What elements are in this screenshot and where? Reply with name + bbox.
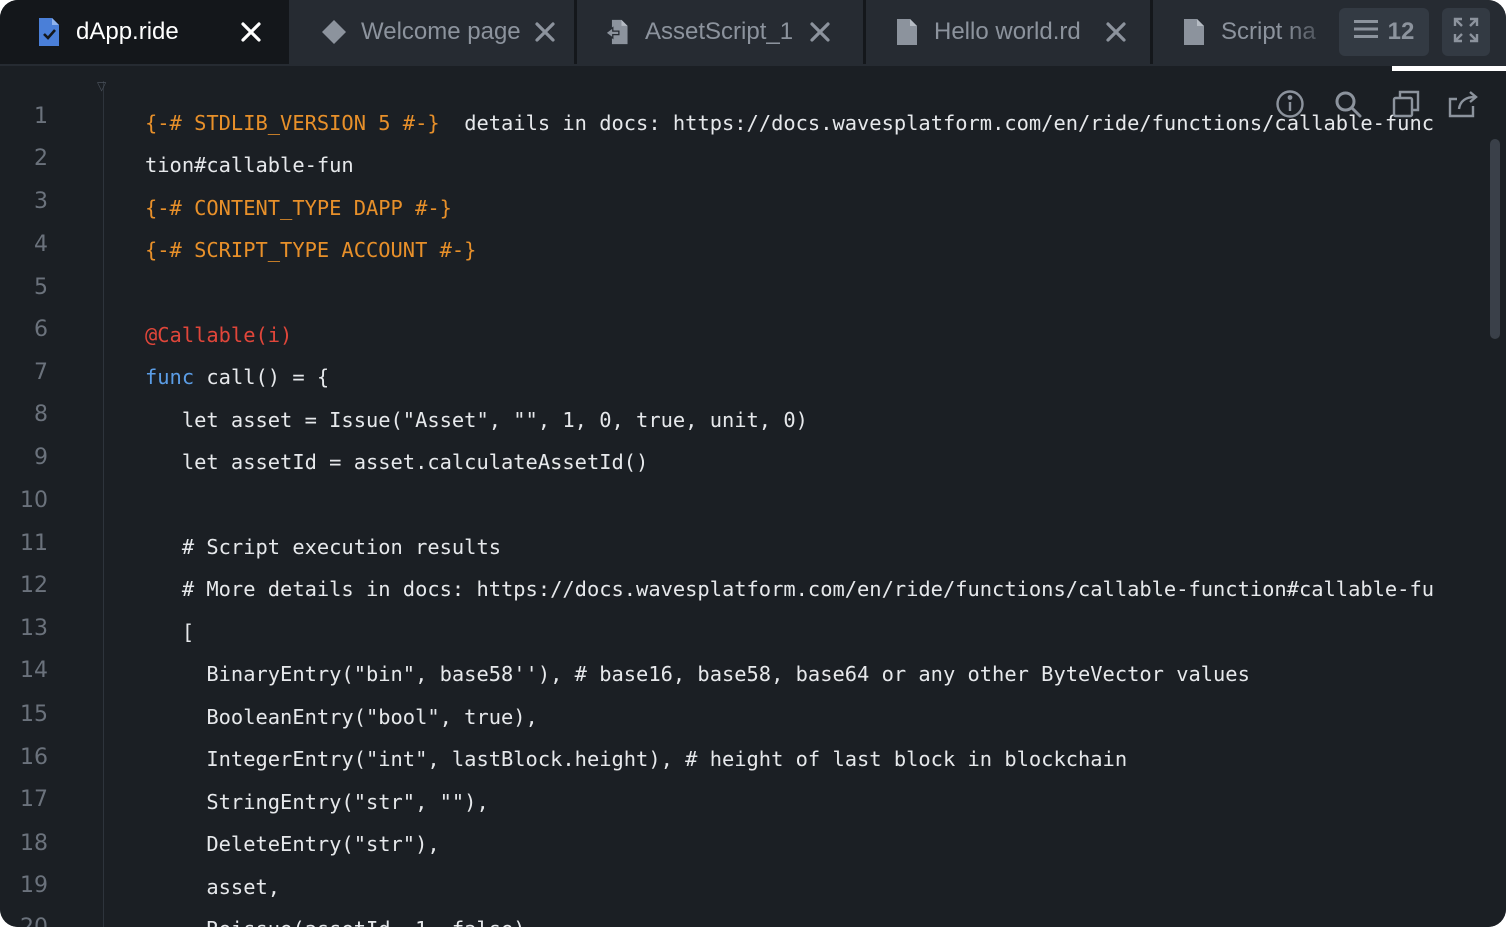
close-tab-icon[interactable]: [807, 19, 833, 45]
share-icon[interactable]: [1447, 87, 1481, 121]
directive-token: {-# CONTENT_TYPE DAPP #-}: [145, 196, 452, 220]
code-line-4[interactable]: {-# SCRIPT_TYPE ACCOUNT #-}: [145, 235, 476, 265]
code-text: DeleteEntry("str"),: [145, 832, 440, 856]
close-tab-icon[interactable]: [1103, 19, 1129, 45]
code-text: let assetId = asset.calculateAssetId(): [145, 450, 649, 474]
code-text: Reissue(assetId, 1, false),: [145, 917, 537, 927]
search-icon[interactable]: [1331, 87, 1365, 121]
line-number: 7: [34, 360, 48, 385]
line-number: 4: [34, 232, 48, 257]
code-line-16[interactable]: IntegerEntry("int", lastBlock.height), #…: [145, 744, 1127, 774]
tab-label: Hello world.rd: [934, 18, 1081, 45]
line-number: 18: [20, 831, 48, 856]
line-number: 6: [34, 317, 48, 342]
code-text: IntegerEntry("int", lastBlock.height), #…: [145, 747, 1128, 771]
line-number: 10: [20, 488, 48, 513]
code-text: [: [145, 620, 195, 644]
code-text: # Script execution results: [145, 535, 502, 559]
code-line-14[interactable]: BinaryEntry("bin", base58''), # base16, …: [145, 659, 1250, 689]
code-line-3[interactable]: {-# CONTENT_TYPE DAPP #-}: [145, 193, 452, 223]
close-tab-icon[interactable]: [532, 19, 558, 45]
code-text: BinaryEntry("bin", base58''), # base16, …: [145, 662, 1250, 686]
code-line-17[interactable]: StringEntry("str", ""),: [145, 787, 489, 817]
code-line-18[interactable]: DeleteEntry("str"),: [145, 829, 440, 859]
tab-label: AssetScript_1: [645, 18, 794, 45]
code-text: StringEntry("str", ""),: [145, 790, 489, 814]
line-number: 16: [20, 745, 48, 770]
keyword-token: func: [145, 365, 195, 389]
code-line-6[interactable]: @Callable(i): [145, 320, 292, 350]
tab-count: 12: [1387, 18, 1415, 45]
code-line-19[interactable]: asset,: [145, 872, 280, 902]
copy-icon[interactable]: [1389, 87, 1423, 121]
code-line-2[interactable]: tion#callable-fun: [145, 150, 354, 180]
line-number: 5: [34, 275, 48, 300]
tab-script[interactable]: Script na: [1153, 0, 1353, 64]
tab-label: Welcome page: [361, 18, 521, 45]
code-text: BooleanEntry("bool", true),: [145, 705, 538, 729]
code-line-8[interactable]: let asset = Issue("Asset", "", 1, 0, tru…: [145, 405, 808, 435]
ide-window: dApp.ride Welcome page AssetScript_1 Hel…: [0, 0, 1506, 927]
code-line-9[interactable]: let assetId = asset.calculateAssetId(): [145, 447, 649, 477]
tab-bar: dApp.ride Welcome page AssetScript_1 Hel…: [0, 0, 1506, 66]
code-line-15[interactable]: BooleanEntry("bool", true),: [145, 702, 538, 732]
tab-list-button[interactable]: 12: [1339, 8, 1429, 56]
directive-token: {-# STDLIB_VERSION 5 #-}: [145, 111, 440, 135]
line-number: 12: [20, 573, 48, 598]
editor-toolbar: [1273, 87, 1481, 121]
line-number: 15: [20, 702, 48, 727]
code-line-20[interactable]: Reissue(assetId, 1, false),: [145, 914, 537, 927]
line-number: 13: [20, 616, 48, 641]
asset-script-icon: [605, 17, 631, 47]
list-icon: [1353, 18, 1378, 46]
diamond-icon: [321, 17, 347, 47]
fold-icon[interactable]: ▽: [97, 79, 106, 93]
tab-hello-world[interactable]: Hello world.rd: [866, 0, 1153, 64]
annotation-token: @Callable(i): [145, 323, 293, 347]
code-line-7[interactable]: func call() = {: [145, 362, 329, 392]
line-number: 11: [20, 531, 48, 556]
line-number: 20: [0, 913, 48, 927]
code-text: # More details in docs: https://docs.wav…: [145, 577, 1435, 601]
code-text: call() = {: [194, 365, 330, 389]
line-number: 17: [20, 787, 48, 812]
line-number: 8: [34, 402, 48, 427]
document-icon: [1181, 17, 1207, 47]
directive-token: {-# SCRIPT_TYPE ACCOUNT #-}: [145, 238, 477, 262]
close-tab-icon[interactable]: [238, 19, 264, 45]
line-number: 1: [34, 104, 48, 129]
tab-dapp-ride[interactable]: dApp.ride: [0, 0, 289, 64]
code-editor[interactable]: 1 2 3 4 5 6 7 8 9 10 11 12 13 14 15 16 1…: [0, 71, 1506, 927]
code-line-12[interactable]: # More details in docs: https://docs.wav…: [145, 574, 1485, 604]
expand-button[interactable]: [1442, 8, 1490, 56]
code-line-11[interactable]: # Script execution results: [145, 532, 501, 562]
line-number: 2: [34, 146, 48, 171]
code-text: asset,: [145, 875, 281, 899]
code-line-13[interactable]: [: [145, 617, 194, 647]
code-text: let asset = Issue("Asset", "", 1, 0, tru…: [145, 408, 808, 432]
line-number: 9: [34, 445, 48, 470]
tab-asset-script[interactable]: AssetScript_1: [577, 0, 866, 64]
code-text: tion#callable-fun: [145, 153, 354, 177]
line-number: 3: [34, 189, 48, 214]
tab-label: dApp.ride: [76, 18, 179, 45]
gutter-divider: [103, 81, 104, 927]
line-number-gutter: 1 2 3 4 5 6 7 8 9 10 11 12 13 14 15 16 1…: [0, 71, 104, 927]
expand-icon: [1453, 17, 1479, 48]
ride-file-icon: [36, 17, 62, 47]
tab-welcome-page[interactable]: Welcome page: [289, 0, 577, 64]
line-number: 14: [20, 658, 48, 683]
document-icon: [894, 17, 920, 47]
line-number: 19: [20, 873, 48, 898]
scrollbar-thumb[interactable]: [1490, 139, 1500, 339]
info-icon[interactable]: [1273, 87, 1307, 121]
